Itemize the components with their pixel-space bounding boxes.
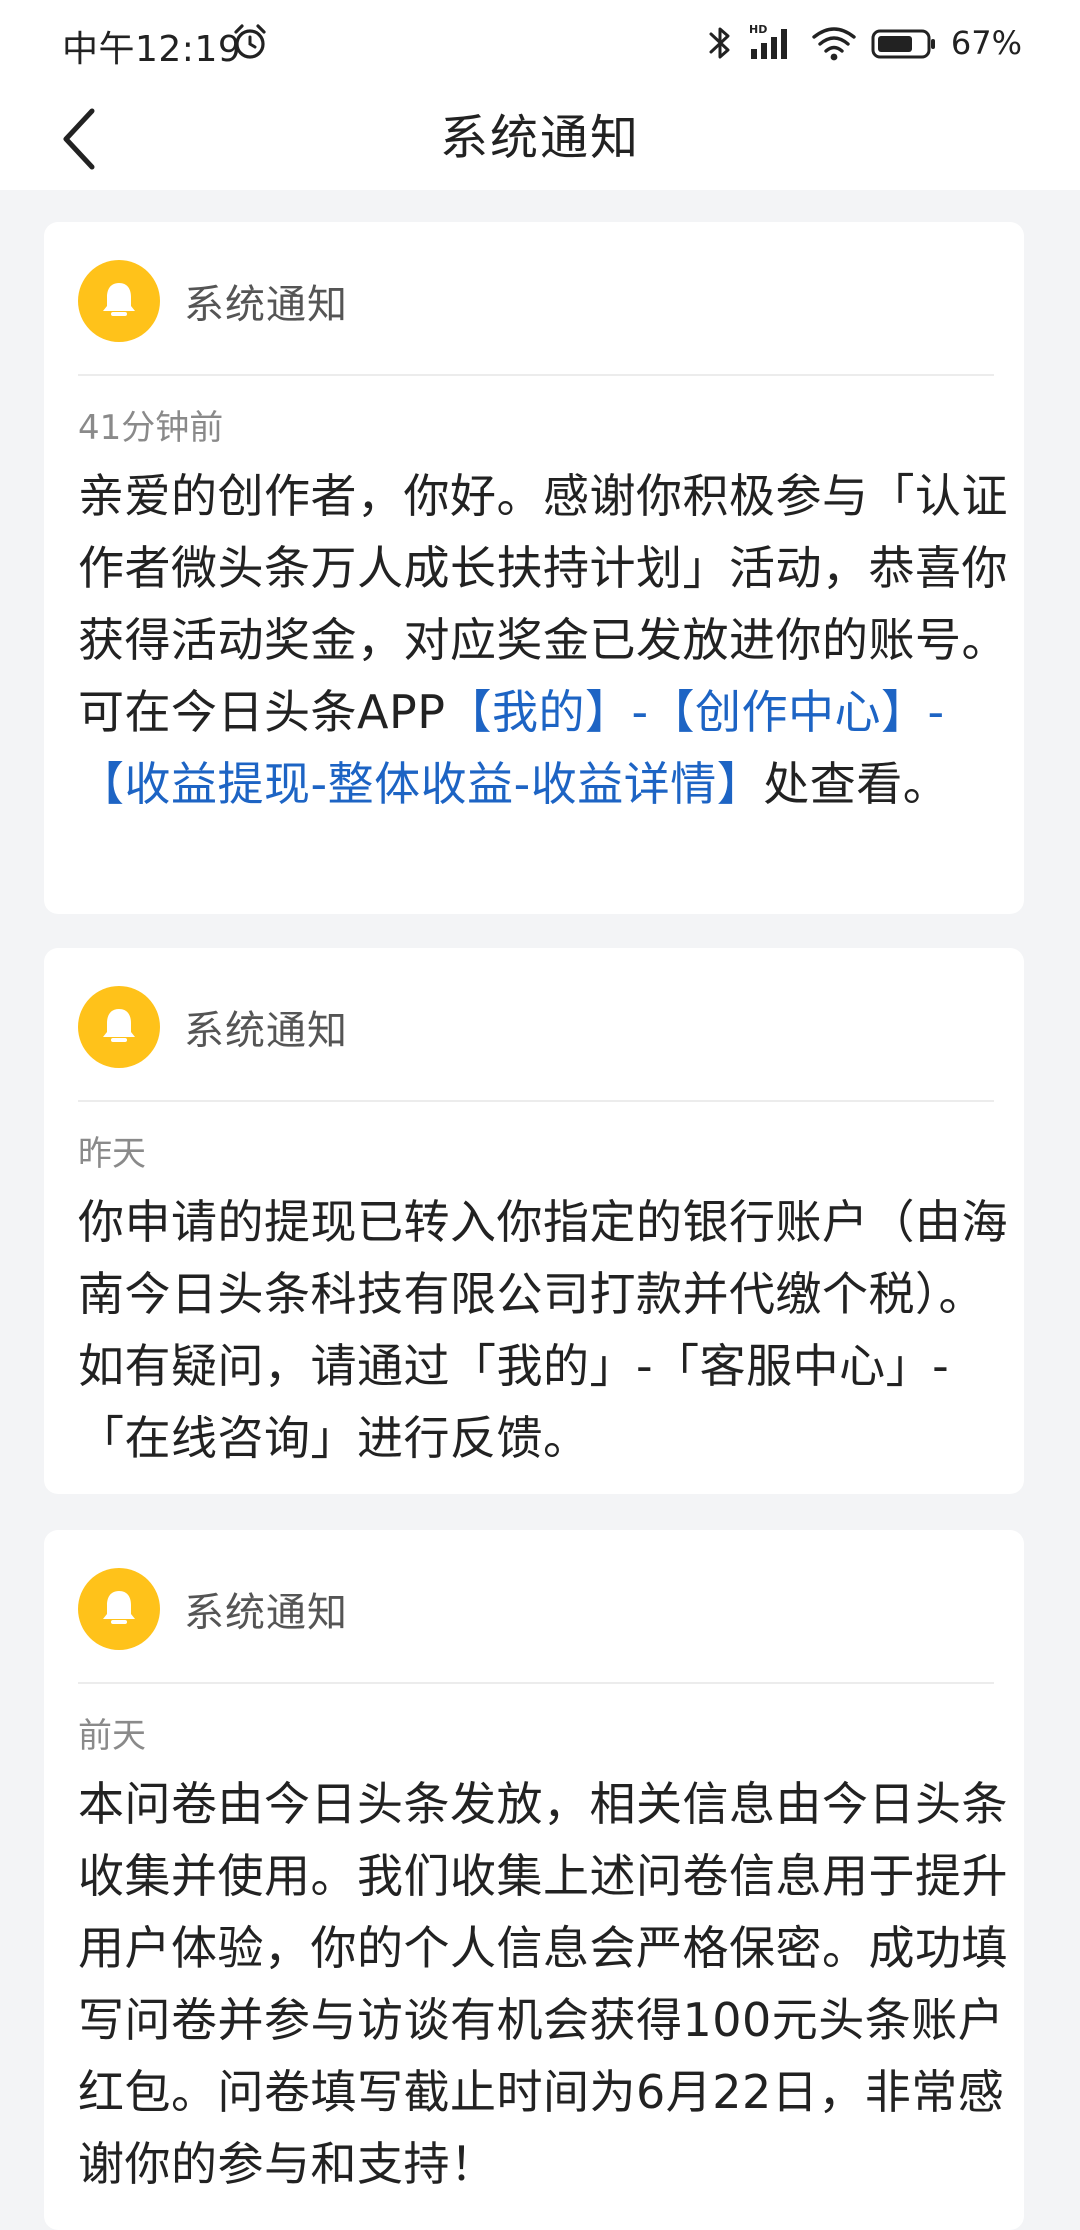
top-area: 中午12:19 HD 67% 系统通知 bbox=[0, 0, 1080, 190]
svg-text:HD: HD bbox=[749, 23, 767, 36]
notification-card[interactable]: 系统通知 昨天 你申请的提现已转入你指定的银行账户（由海南今日头条科技有限公司打… bbox=[44, 948, 1024, 1494]
title-bar: 系统通知 bbox=[0, 86, 1080, 190]
bell-icon bbox=[103, 1009, 135, 1042]
page-title: 系统通知 bbox=[439, 110, 640, 166]
notification-header: 系统通知 bbox=[78, 1566, 994, 1652]
notification-time: 41分钟前 bbox=[78, 408, 224, 448]
notification-body: 亲爱的创作者，你好。感谢你积极参与「认证作者微头条万人成长扶持计划」活动，恭喜你… bbox=[78, 460, 1008, 820]
notification-avatar bbox=[78, 260, 160, 342]
wifi-icon bbox=[812, 27, 856, 61]
notification-body: 你申请的提现已转入你指定的银行账户（由海南今日头条科技有限公司打款并代缴个税）。… bbox=[78, 1195, 1008, 1465]
bluetooth-icon bbox=[709, 27, 730, 59]
back-button[interactable] bbox=[40, 94, 120, 184]
notification-body: 本问卷由今日头条发放，相关信息由今日头条收集并使用。我们收集上述问卷信息用于提升… bbox=[78, 1777, 1008, 2191]
notification-sender: 系统通知 bbox=[184, 282, 348, 328]
notification-sender: 系统通知 bbox=[184, 1008, 348, 1054]
notification-card[interactable]: 系统通知 41分钟前 亲爱的创作者，你好。感谢你积极参与「认证作者微头条万人成长… bbox=[44, 222, 1024, 914]
notification-header: 系统通知 bbox=[78, 984, 994, 1070]
notification-avatar bbox=[78, 986, 160, 1068]
status-time: 中午12:19 bbox=[62, 29, 242, 70]
notification-time: 前天 bbox=[78, 1716, 146, 1756]
body-text-end: 处查看。 bbox=[763, 757, 950, 811]
notification-avatar bbox=[78, 1568, 160, 1650]
alarm-clock-icon bbox=[234, 24, 266, 59]
notification-sender: 系统通知 bbox=[184, 1590, 348, 1636]
notification-header: 系统通知 bbox=[78, 258, 994, 344]
battery-icon bbox=[871, 29, 935, 59]
divider bbox=[78, 1682, 994, 1684]
status-icons: HD 67% bbox=[707, 20, 1022, 66]
battery-percentage: 67% bbox=[950, 24, 1022, 62]
bell-icon bbox=[103, 1591, 135, 1624]
notification-time: 昨天 bbox=[78, 1134, 146, 1174]
divider bbox=[78, 374, 994, 376]
cellular-signal-icon: HD bbox=[749, 23, 787, 59]
bell-icon bbox=[103, 283, 135, 316]
notification-card[interactable]: 系统通知 前天 本问卷由今日头条发放，相关信息由今日头条收集并使用。我们收集上述… bbox=[44, 1530, 1024, 2230]
status-bar: 中午12:19 HD 67% bbox=[0, 0, 1080, 86]
divider bbox=[78, 1100, 994, 1102]
chevron-left-icon bbox=[63, 108, 95, 170]
